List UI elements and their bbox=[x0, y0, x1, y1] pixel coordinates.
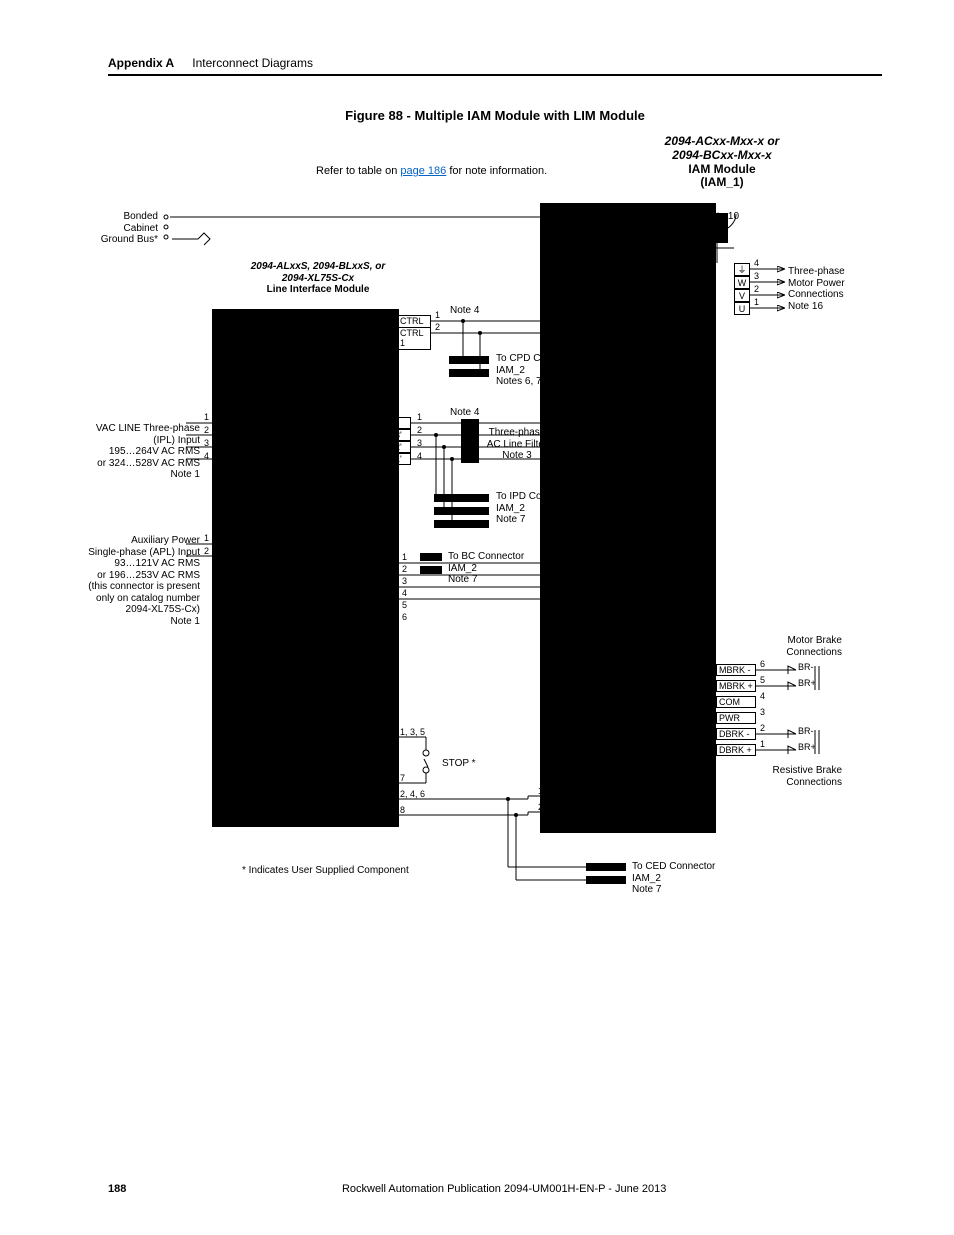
figure-title: Figure 88 - Multiple IAM Module with LIM… bbox=[108, 108, 882, 123]
page-header: Appendix A Interconnect Diagrams bbox=[108, 56, 882, 76]
chapter-title: Interconnect Diagrams bbox=[192, 56, 313, 70]
pub-line: Rockwell Automation Publication 2094-UM0… bbox=[342, 1183, 666, 1195]
page-number: 188 bbox=[108, 1183, 126, 1195]
appendix-label: Appendix A bbox=[108, 56, 174, 70]
diagram: 2094-ACxx-Mxx-x or 2094-BCxx-Mxx-x IAM M… bbox=[108, 135, 894, 935]
page-footer: 188 Rockwell Automation Publication 2094… bbox=[0, 1183, 954, 1195]
wiring-svg bbox=[108, 135, 894, 935]
